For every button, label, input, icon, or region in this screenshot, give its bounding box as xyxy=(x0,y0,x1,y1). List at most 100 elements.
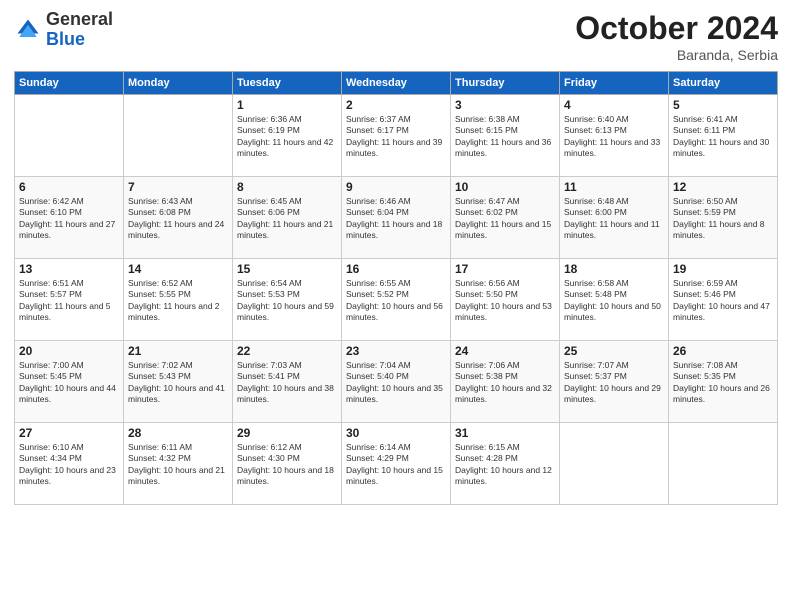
calendar-cell: 3 Sunrise: 6:38 AMSunset: 6:15 PMDayligh… xyxy=(451,95,560,177)
day-info: Sunrise: 6:45 AMSunset: 6:06 PMDaylight:… xyxy=(237,196,337,242)
day-number: 12 xyxy=(673,180,773,194)
calendar-cell: 8 Sunrise: 6:45 AMSunset: 6:06 PMDayligh… xyxy=(233,177,342,259)
calendar-cell: 31 Sunrise: 6:15 AMSunset: 4:28 PMDaylig… xyxy=(451,423,560,505)
calendar-cell: 27 Sunrise: 6:10 AMSunset: 4:34 PMDaylig… xyxy=(15,423,124,505)
calendar-cell: 20 Sunrise: 7:00 AMSunset: 5:45 PMDaylig… xyxy=(15,341,124,423)
header: General Blue October 2024 Baranda, Serbi… xyxy=(14,10,778,63)
header-sunday: Sunday xyxy=(15,72,124,95)
day-number: 29 xyxy=(237,426,337,440)
day-number: 31 xyxy=(455,426,555,440)
calendar-week-row: 13 Sunrise: 6:51 AMSunset: 5:57 PMDaylig… xyxy=(15,259,778,341)
header-thursday: Thursday xyxy=(451,72,560,95)
month-title: October 2024 xyxy=(575,10,778,47)
day-info: Sunrise: 6:43 AMSunset: 6:08 PMDaylight:… xyxy=(128,196,228,242)
calendar-cell: 1 Sunrise: 6:36 AMSunset: 6:19 PMDayligh… xyxy=(233,95,342,177)
day-info: Sunrise: 6:41 AMSunset: 6:11 PMDaylight:… xyxy=(673,114,773,160)
header-wednesday: Wednesday xyxy=(342,72,451,95)
day-info: Sunrise: 6:38 AMSunset: 6:15 PMDaylight:… xyxy=(455,114,555,160)
day-info: Sunrise: 7:08 AMSunset: 5:35 PMDaylight:… xyxy=(673,360,773,406)
calendar-week-row: 6 Sunrise: 6:42 AMSunset: 6:10 PMDayligh… xyxy=(15,177,778,259)
day-info: Sunrise: 6:10 AMSunset: 4:34 PMDaylight:… xyxy=(19,442,119,488)
day-number: 8 xyxy=(237,180,337,194)
calendar-cell: 12 Sunrise: 6:50 AMSunset: 5:59 PMDaylig… xyxy=(669,177,778,259)
calendar-cell: 7 Sunrise: 6:43 AMSunset: 6:08 PMDayligh… xyxy=(124,177,233,259)
day-number: 13 xyxy=(19,262,119,276)
calendar-cell: 4 Sunrise: 6:40 AMSunset: 6:13 PMDayligh… xyxy=(560,95,669,177)
day-info: Sunrise: 6:48 AMSunset: 6:00 PMDaylight:… xyxy=(564,196,664,242)
header-monday: Monday xyxy=(124,72,233,95)
day-number: 5 xyxy=(673,98,773,112)
calendar-cell: 18 Sunrise: 6:58 AMSunset: 5:48 PMDaylig… xyxy=(560,259,669,341)
day-number: 25 xyxy=(564,344,664,358)
day-info: Sunrise: 6:47 AMSunset: 6:02 PMDaylight:… xyxy=(455,196,555,242)
day-info: Sunrise: 6:55 AMSunset: 5:52 PMDaylight:… xyxy=(346,278,446,324)
logo-icon xyxy=(14,16,42,44)
day-info: Sunrise: 6:14 AMSunset: 4:29 PMDaylight:… xyxy=(346,442,446,488)
calendar-cell: 10 Sunrise: 6:47 AMSunset: 6:02 PMDaylig… xyxy=(451,177,560,259)
calendar-cell: 19 Sunrise: 6:59 AMSunset: 5:46 PMDaylig… xyxy=(669,259,778,341)
calendar-cell: 5 Sunrise: 6:41 AMSunset: 6:11 PMDayligh… xyxy=(669,95,778,177)
day-info: Sunrise: 6:52 AMSunset: 5:55 PMDaylight:… xyxy=(128,278,228,324)
calendar-header-row: Sunday Monday Tuesday Wednesday Thursday… xyxy=(15,72,778,95)
day-number: 10 xyxy=(455,180,555,194)
day-info: Sunrise: 6:36 AMSunset: 6:19 PMDaylight:… xyxy=(237,114,337,160)
day-info: Sunrise: 6:15 AMSunset: 4:28 PMDaylight:… xyxy=(455,442,555,488)
calendar-cell: 29 Sunrise: 6:12 AMSunset: 4:30 PMDaylig… xyxy=(233,423,342,505)
day-number: 30 xyxy=(346,426,446,440)
day-number: 18 xyxy=(564,262,664,276)
day-number: 20 xyxy=(19,344,119,358)
day-info: Sunrise: 6:54 AMSunset: 5:53 PMDaylight:… xyxy=(237,278,337,324)
calendar-cell: 23 Sunrise: 7:04 AMSunset: 5:40 PMDaylig… xyxy=(342,341,451,423)
location-subtitle: Baranda, Serbia xyxy=(575,47,778,63)
day-info: Sunrise: 7:03 AMSunset: 5:41 PMDaylight:… xyxy=(237,360,337,406)
day-number: 3 xyxy=(455,98,555,112)
day-number: 28 xyxy=(128,426,228,440)
day-info: Sunrise: 7:00 AMSunset: 5:45 PMDaylight:… xyxy=(19,360,119,406)
header-saturday: Saturday xyxy=(669,72,778,95)
calendar-cell: 28 Sunrise: 6:11 AMSunset: 4:32 PMDaylig… xyxy=(124,423,233,505)
day-info: Sunrise: 6:59 AMSunset: 5:46 PMDaylight:… xyxy=(673,278,773,324)
calendar-week-row: 1 Sunrise: 6:36 AMSunset: 6:19 PMDayligh… xyxy=(15,95,778,177)
calendar-page: General Blue October 2024 Baranda, Serbi… xyxy=(0,0,792,612)
calendar-cell: 16 Sunrise: 6:55 AMSunset: 5:52 PMDaylig… xyxy=(342,259,451,341)
day-number: 4 xyxy=(564,98,664,112)
day-number: 1 xyxy=(237,98,337,112)
day-number: 26 xyxy=(673,344,773,358)
day-number: 6 xyxy=(19,180,119,194)
day-info: Sunrise: 7:02 AMSunset: 5:43 PMDaylight:… xyxy=(128,360,228,406)
day-number: 9 xyxy=(346,180,446,194)
calendar-cell: 6 Sunrise: 6:42 AMSunset: 6:10 PMDayligh… xyxy=(15,177,124,259)
calendar-table: Sunday Monday Tuesday Wednesday Thursday… xyxy=(14,71,778,505)
calendar-cell: 26 Sunrise: 7:08 AMSunset: 5:35 PMDaylig… xyxy=(669,341,778,423)
logo: General Blue xyxy=(14,10,113,50)
calendar-cell: 13 Sunrise: 6:51 AMSunset: 5:57 PMDaylig… xyxy=(15,259,124,341)
header-friday: Friday xyxy=(560,72,669,95)
title-block: October 2024 Baranda, Serbia xyxy=(575,10,778,63)
calendar-cell: 25 Sunrise: 7:07 AMSunset: 5:37 PMDaylig… xyxy=(560,341,669,423)
day-info: Sunrise: 7:06 AMSunset: 5:38 PMDaylight:… xyxy=(455,360,555,406)
day-number: 14 xyxy=(128,262,228,276)
day-number: 23 xyxy=(346,344,446,358)
day-info: Sunrise: 6:12 AMSunset: 4:30 PMDaylight:… xyxy=(237,442,337,488)
day-info: Sunrise: 6:46 AMSunset: 6:04 PMDaylight:… xyxy=(346,196,446,242)
calendar-week-row: 27 Sunrise: 6:10 AMSunset: 4:34 PMDaylig… xyxy=(15,423,778,505)
day-number: 11 xyxy=(564,180,664,194)
day-number: 16 xyxy=(346,262,446,276)
calendar-cell: 15 Sunrise: 6:54 AMSunset: 5:53 PMDaylig… xyxy=(233,259,342,341)
calendar-cell: 22 Sunrise: 7:03 AMSunset: 5:41 PMDaylig… xyxy=(233,341,342,423)
day-info: Sunrise: 6:42 AMSunset: 6:10 PMDaylight:… xyxy=(19,196,119,242)
day-number: 19 xyxy=(673,262,773,276)
day-info: Sunrise: 6:40 AMSunset: 6:13 PMDaylight:… xyxy=(564,114,664,160)
day-info: Sunrise: 6:51 AMSunset: 5:57 PMDaylight:… xyxy=(19,278,119,324)
calendar-cell xyxy=(669,423,778,505)
day-number: 22 xyxy=(237,344,337,358)
day-number: 7 xyxy=(128,180,228,194)
calendar-cell: 2 Sunrise: 6:37 AMSunset: 6:17 PMDayligh… xyxy=(342,95,451,177)
day-number: 2 xyxy=(346,98,446,112)
calendar-cell: 14 Sunrise: 6:52 AMSunset: 5:55 PMDaylig… xyxy=(124,259,233,341)
day-info: Sunrise: 7:07 AMSunset: 5:37 PMDaylight:… xyxy=(564,360,664,406)
calendar-cell: 24 Sunrise: 7:06 AMSunset: 5:38 PMDaylig… xyxy=(451,341,560,423)
day-info: Sunrise: 6:58 AMSunset: 5:48 PMDaylight:… xyxy=(564,278,664,324)
day-info: Sunrise: 6:50 AMSunset: 5:59 PMDaylight:… xyxy=(673,196,773,242)
day-info: Sunrise: 6:37 AMSunset: 6:17 PMDaylight:… xyxy=(346,114,446,160)
